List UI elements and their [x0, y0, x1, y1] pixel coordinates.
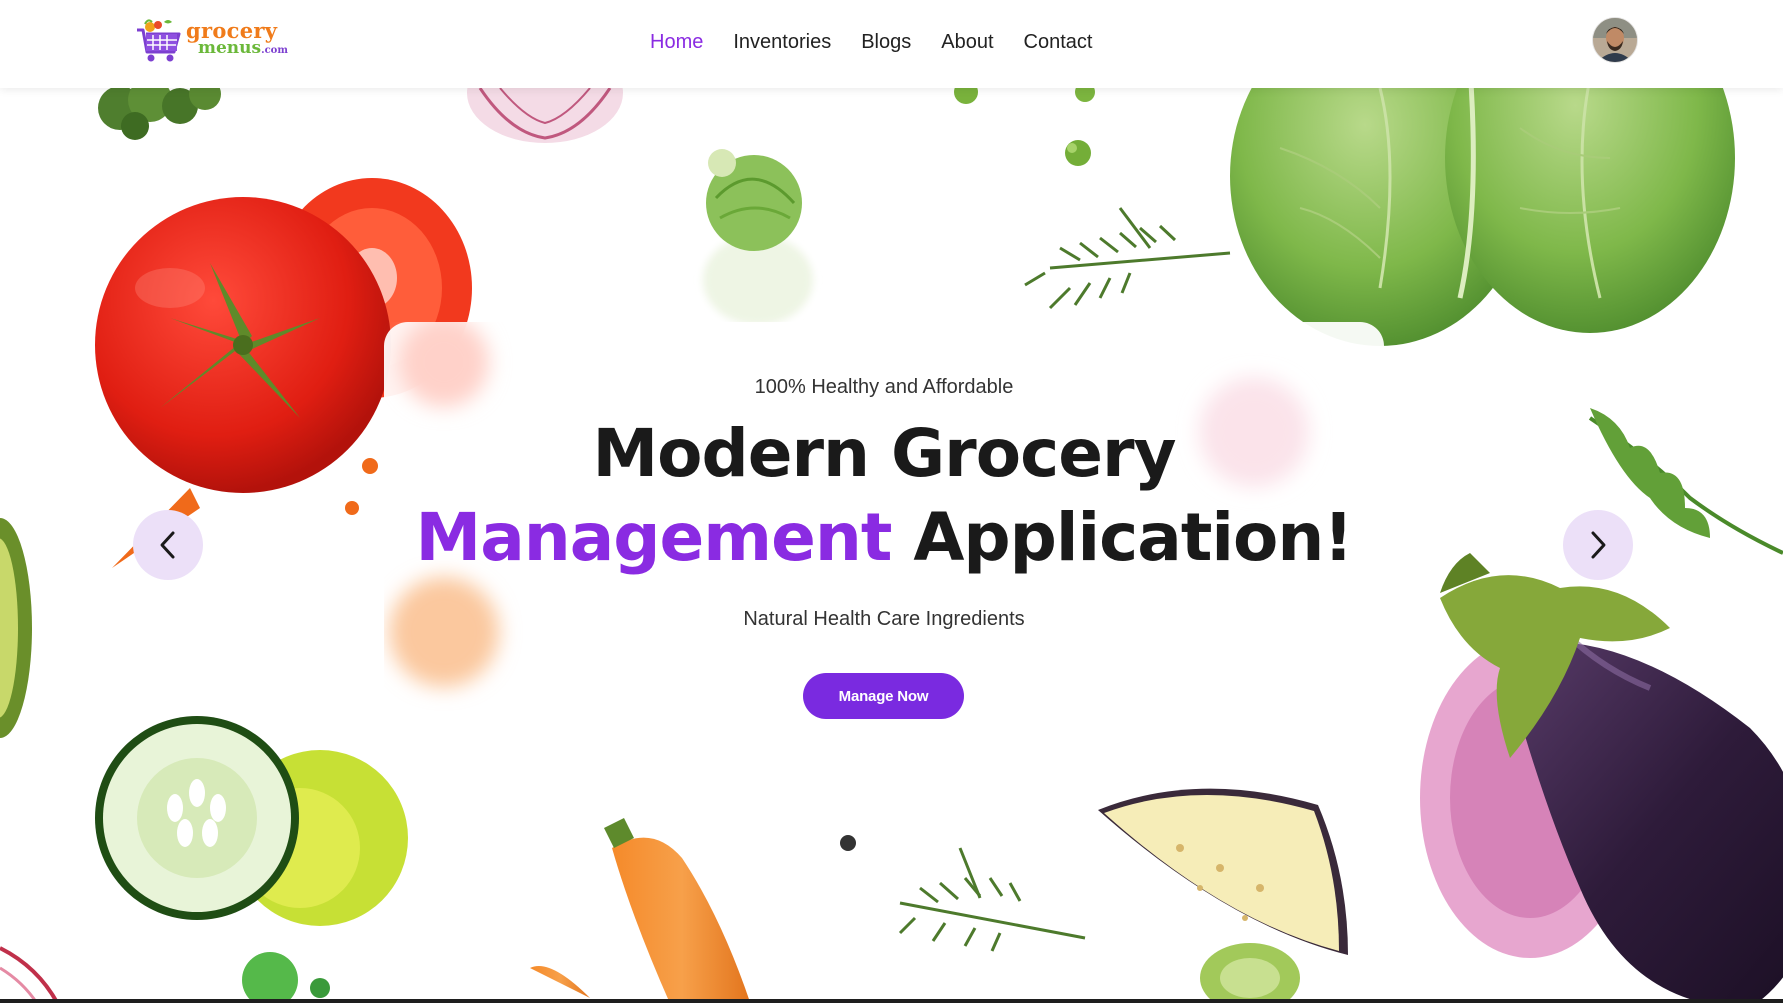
pepper-dot-2 — [345, 501, 359, 515]
rosemary-bottom — [898, 847, 1086, 952]
carousel-next-button[interactable] — [1563, 510, 1633, 580]
brand-wordmark: grocery menus.com — [184, 18, 294, 64]
eggplant-slice — [1098, 788, 1348, 955]
brussels-sprout — [703, 149, 813, 325]
hero-content-card: 100% Healthy and Affordable Modern Groce… — [384, 322, 1384, 770]
pea-3 — [1075, 88, 1095, 102]
brand-word-menus: menus.com — [198, 40, 288, 57]
brand-word-menus-text: menus — [198, 38, 262, 58]
tomato — [95, 197, 391, 493]
carrot — [530, 818, 751, 1003]
headline-accent: Management — [415, 499, 893, 576]
headline-line-1: Modern Grocery — [592, 415, 1176, 492]
brand-suffix: .com — [261, 45, 288, 56]
carousel-prev-button[interactable] — [133, 510, 203, 580]
nav-home[interactable]: Home — [650, 28, 703, 56]
nav-inventories[interactable]: Inventories — [733, 28, 831, 56]
hero-headline: Modern Grocery Management Application! — [384, 412, 1384, 580]
peppercorn — [840, 835, 856, 851]
pepper-dot-1 — [362, 458, 378, 474]
user-avatar-image — [1593, 18, 1637, 62]
headline-rest: Application! — [891, 499, 1353, 576]
rosemary-top — [1024, 207, 1231, 310]
hero-carousel: 100% Healthy and Affordable Modern Groce… — [0, 88, 1783, 1003]
red-onion-top — [467, 88, 623, 143]
manage-now-button[interactable]: Manage Now — [803, 673, 964, 719]
chevron-right-icon — [1591, 531, 1606, 559]
nav-blogs[interactable]: Blogs — [861, 28, 911, 56]
eggplant — [1420, 553, 1783, 1003]
nav-about[interactable]: About — [941, 28, 993, 56]
green-splash — [242, 952, 298, 1003]
hero-eyebrow: 100% Healthy and Affordable — [754, 376, 1014, 398]
cucumber-slice — [95, 716, 408, 926]
user-avatar[interactable] — [1593, 18, 1637, 62]
brand-logo[interactable]: grocery menus.com — [134, 18, 294, 64]
savoy-cabbage — [1230, 88, 1735, 346]
pea-2 — [1065, 140, 1091, 166]
chevron-left-icon — [160, 531, 175, 559]
pea-1 — [954, 88, 978, 104]
nav-contact[interactable]: Contact — [1024, 28, 1093, 56]
broccoli-top-left — [98, 88, 221, 140]
main-nav: Home Inventories Blogs About Contact — [650, 28, 1092, 56]
bottom-divider — [0, 999, 1783, 1003]
navbar: grocery menus.com Home Inventories Blogs… — [0, 0, 1783, 88]
shopping-cart-icon — [137, 19, 181, 62]
hero-subline: Natural Health Care Ingredients — [743, 608, 1025, 630]
